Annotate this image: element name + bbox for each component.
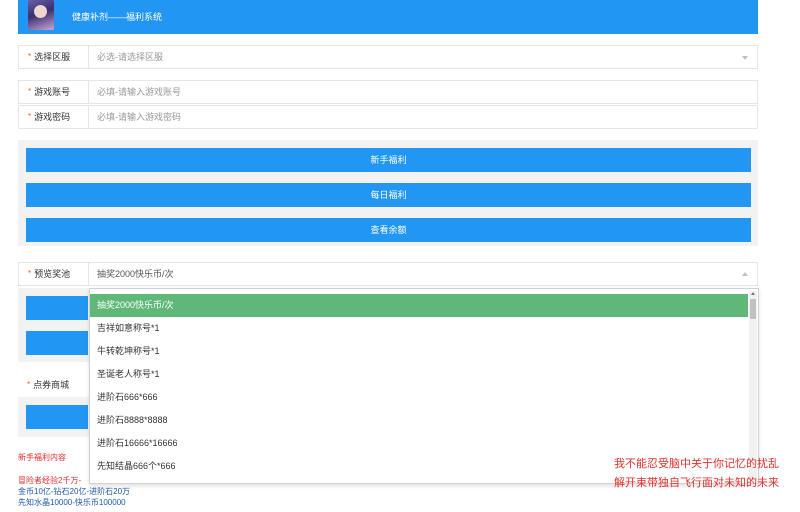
password-placeholder: 必填-请输入游戏密码 [97,112,181,122]
note-line-1: 冒险者经验2千万- [18,476,82,485]
server-select[interactable]: * 选择区服 必选-请选择区服 [18,45,758,69]
prize-pool-label: * 预览奖池 [19,263,89,285]
prize-pool-value: 抽奖2000快乐币/次 [97,269,174,279]
password-field[interactable]: * 游戏密码 必填-请输入游戏密码 [18,105,758,129]
dropdown-option[interactable]: 进阶石666*666 [90,386,748,409]
required-mark: * [28,269,32,278]
avatar [28,0,54,30]
dropdown-option[interactable]: 圣诞老人称号*1 [90,363,748,386]
dropdown-option[interactable]: 牛转乾坤称号*1 [90,340,748,363]
draw-multi-button[interactable] [26,331,88,355]
server-select-placeholder: 必选-请选择区服 [97,52,163,62]
page-title: 健康补剂——福利系统 [72,12,163,22]
password-label: * 游戏密码 [19,106,89,128]
dropdown-option[interactable]: 进阶石8888*8888 [90,409,748,432]
server-label: * 选择区服 [19,46,89,68]
account-placeholder: 必填-请输入游戏账号 [97,87,181,97]
draw-button[interactable] [26,296,88,320]
note-line-2: 金币10亿-钻石20亿-进阶石20万 [18,487,131,496]
dropdown-option[interactable]: 抽奖2000快乐币/次 [90,294,748,317]
note-line-3: 先知水晶10000-快乐币100000 [18,498,126,507]
check-balance-button[interactable]: 查看余额 [26,218,751,242]
required-mark: * [28,112,32,121]
dropdown-option[interactable]: 进阶石16666*16666 [90,432,748,455]
required-mark: * [28,52,32,61]
chevron-down-icon [742,56,748,60]
newbie-content-title: 新手福利内容 [18,453,66,462]
dropdown-option[interactable]: 吉祥如意称号*1 [90,317,748,340]
daily-welfare-button[interactable]: 每日福利 [26,183,751,207]
scrollbar-thumb[interactable] [750,299,756,319]
voucher-label: * 点券商城 [27,380,70,390]
required-mark: * [27,380,31,389]
account-label: * 游戏账号 [19,81,89,103]
voucher-button[interactable] [26,405,88,429]
newbie-welfare-button[interactable]: 新手福利 [26,148,751,172]
prize-pool-select[interactable]: * 预览奖池 抽奖2000快乐币/次 [18,262,758,286]
required-mark: * [28,87,32,96]
lyric-line-1: 我不能忍受脑中关于你记忆的扰乱 [614,458,779,470]
app-header: 健康补剂——福利系统 [18,0,758,34]
chevron-up-icon [742,272,748,276]
scroll-up-icon[interactable] [751,292,755,295]
lyric-line-2: 解开束带独自飞行面对未知的未来 [614,477,779,489]
account-field[interactable]: * 游戏账号 必填-请输入游戏账号 [18,80,758,104]
